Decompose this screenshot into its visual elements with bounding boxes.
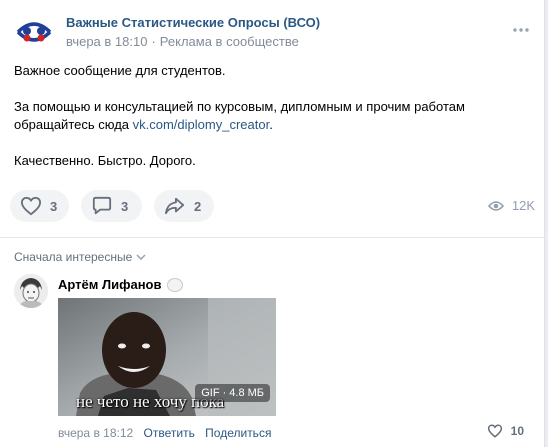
post-link[interactable]: vk.com/diplomy_creator [133,117,270,132]
comment-author-name: Артём Лифанов [58,277,162,292]
post-card: Важные Статистические Опросы (ВСО) вчера… [0,0,545,447]
comment-author[interactable]: Артём Лифанов [58,277,183,292]
views-count: 12K [511,198,535,213]
comment-like-count: 10 [510,424,524,438]
divider [0,237,545,238]
share-icon [165,197,185,215]
like-button[interactable]: 3 [10,190,69,222]
comment-icon [92,196,112,215]
gif-badge-separator: · [222,387,227,399]
post-text-paragraph: За помощью и консультацией по курсовым, … [14,98,534,134]
share-count: 2 [194,198,202,214]
comment-button[interactable]: 3 [81,190,142,222]
status-emoji-icon [166,277,183,292]
post-ad-label: Реклама в сообществе [159,34,299,49]
post-text-line: Важное сообщение для студентов. [14,63,226,78]
heart-icon [20,196,42,216]
share-button[interactable]: 2 [154,190,214,222]
post-actions: 3 3 2 12K [10,190,535,222]
comment-time[interactable]: вчера в 18:12 [58,426,133,440]
post-text-line: Качественно. Быстро. Дорого. [14,153,196,168]
post-text-suffix: . [269,117,273,132]
post-author[interactable]: Важные Статистические Опросы (ВСО) [66,15,320,30]
share-comment-link[interactable]: Поделиться [205,426,271,440]
gif-size: 4.8 МБ [229,387,264,399]
community-avatar[interactable] [14,12,54,52]
like-count: 3 [50,198,58,214]
chevron-down-icon [136,254,146,260]
community-logo-icon [16,22,52,42]
more-options-icon[interactable] [512,20,530,38]
heart-icon [487,424,502,438]
meta-separator: · [151,34,156,49]
comments-sort-label: Сначала интересные [14,250,133,264]
gif-type: GIF [201,387,220,399]
post-header: Важные Статистические Опросы (ВСО) вчера… [14,12,534,52]
post-text: Важное сообщение для студентов. За помощ… [14,62,534,188]
post-meta: вчера в 18:10 · Реклама в сообществе [66,34,299,49]
comments-sort-dropdown[interactable]: Сначала интересные [14,250,146,264]
reply-link[interactable]: Ответить [144,426,195,440]
gif-badge: GIF · 4.8 МБ [195,384,270,402]
comment-avatar[interactable] [14,274,48,308]
comment-gif[interactable]: не чето не хочу пока GIF · 4.8 МБ [58,298,276,416]
comment-like-button[interactable]: 10 [487,424,524,438]
post-time[interactable]: вчера в 18:10 [66,34,147,49]
commenter-photo-icon [14,274,48,308]
eye-icon [487,200,504,211]
comment-footer: вчера в 18:12 Ответить Поделиться [58,426,271,440]
views-counter: 12K [487,198,535,213]
comment-count: 3 [121,198,129,214]
